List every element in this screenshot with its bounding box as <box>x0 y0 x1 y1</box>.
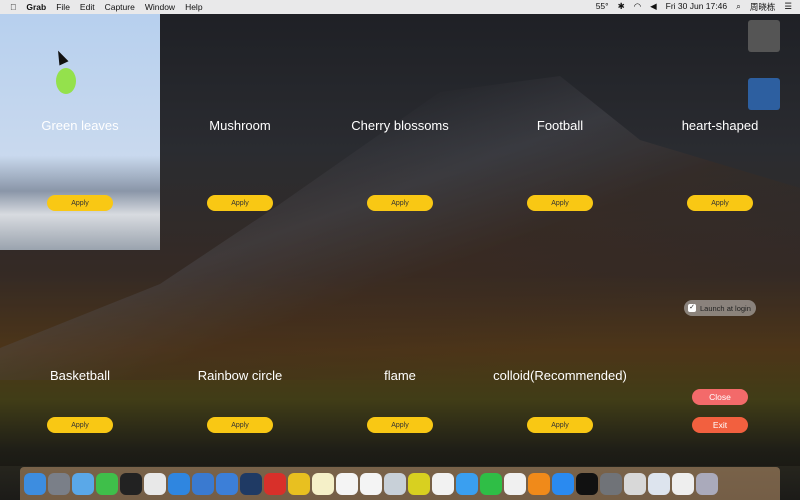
effect-label: Mushroom <box>209 118 271 133</box>
weather-temp[interactable]: 55° <box>596 1 609 13</box>
safari-icon[interactable] <box>168 472 190 495</box>
apply-button-flame[interactable]: Apply <box>367 417 433 433</box>
qq-music-icon[interactable] <box>408 472 430 495</box>
apply-button-football[interactable]: Apply <box>527 195 593 211</box>
wechat-icon[interactable] <box>96 472 118 495</box>
apply-button-heart-shaped[interactable]: Apply <box>687 195 753 211</box>
file-icon[interactable] <box>672 472 694 495</box>
xcode-icon[interactable] <box>192 472 214 495</box>
launch-at-login-checkbox[interactable]: ✓ Launch at login <box>684 300 756 316</box>
photos-icon[interactable] <box>432 472 454 495</box>
apply-button-mushroom[interactable]: Apply <box>207 195 273 211</box>
bluetooth-icon[interactable]: ✱ <box>618 1 625 13</box>
preview-icon[interactable] <box>384 472 406 495</box>
volume-icon[interactable]: ◀ <box>650 1 657 13</box>
effect-label: heart-shaped <box>681 118 759 133</box>
apply-button-basketball[interactable]: Apply <box>47 417 113 433</box>
hard-drive-icon[interactable] <box>748 20 780 52</box>
launch-at-login-label: Launch at login <box>700 303 751 313</box>
foxit-icon[interactable] <box>264 472 286 495</box>
effect-label: Rainbow circle <box>197 368 283 383</box>
trash-icon[interactable] <box>696 472 718 495</box>
menu-capture[interactable]: Capture <box>105 2 135 12</box>
itunes-icon[interactable] <box>504 472 526 495</box>
menu-help[interactable]: Help <box>185 2 202 12</box>
wifi-icon[interactable]: ◠ <box>634 1 641 13</box>
apply-button-colloid[interactable]: Apply <box>527 417 593 433</box>
notes-icon[interactable] <box>312 472 334 495</box>
menu-app[interactable]: Grab <box>26 2 46 12</box>
reminders-icon[interactable] <box>360 472 382 495</box>
facetime-icon[interactable] <box>480 472 502 495</box>
search-icon[interactable]: ⌕ <box>736 1 741 13</box>
close-button[interactable]: Close <box>692 389 748 405</box>
shared-folder-icon[interactable] <box>748 78 780 110</box>
effect-label: colloid(Recommended) <box>493 368 627 383</box>
cyberduck-icon[interactable] <box>288 472 310 495</box>
ibooks-icon[interactable] <box>528 472 550 495</box>
apply-button-rainbow-circle[interactable]: Apply <box>207 417 273 433</box>
notification-center-icon[interactable]: ☰ <box>784 1 792 13</box>
launchpad-icon[interactable] <box>48 472 70 495</box>
apple-icon[interactable]:  <box>10 2 16 12</box>
chrome-icon[interactable] <box>144 472 166 495</box>
checkmark-icon: ✓ <box>688 304 696 312</box>
grab-icon[interactable] <box>624 472 646 495</box>
effect-label: Green leaves <box>41 118 119 133</box>
qq-browser-icon[interactable] <box>72 472 94 495</box>
system-preferences-icon[interactable] <box>600 472 622 495</box>
effect-label: Football <box>536 118 584 133</box>
app-store-icon[interactable] <box>552 472 574 495</box>
simulator-icon[interactable] <box>216 472 238 495</box>
effect-label: Basketball <box>50 368 110 383</box>
dock <box>20 467 780 500</box>
clock[interactable]: Fri 30 Jun 17:46 <box>666 1 727 13</box>
qq-icon[interactable] <box>120 472 142 495</box>
menu-edit[interactable]: Edit <box>80 2 95 12</box>
terminal-icon[interactable] <box>576 472 598 495</box>
document-icon[interactable] <box>648 472 670 495</box>
menu-file[interactable]: File <box>56 2 70 12</box>
effect-label: Cherry blossoms <box>351 118 449 133</box>
leaf-icon <box>56 68 76 94</box>
user-name[interactable]: 周晓栋 <box>750 1 776 13</box>
sourcetree-icon[interactable] <box>240 472 262 495</box>
apply-button-green-leaves[interactable]: Apply <box>47 195 113 211</box>
exit-button[interactable]: Exit <box>692 417 748 433</box>
apply-button-cherry-blossoms[interactable]: Apply <box>367 195 433 211</box>
menu-window[interactable]: Window <box>145 2 175 12</box>
messages-icon[interactable] <box>456 472 478 495</box>
effect-label: flame <box>384 368 416 383</box>
menu-bar:  Grab File Edit Capture Window Help 55°… <box>0 0 800 14</box>
calendar-icon[interactable] <box>336 472 358 495</box>
finder-icon[interactable] <box>24 472 46 495</box>
